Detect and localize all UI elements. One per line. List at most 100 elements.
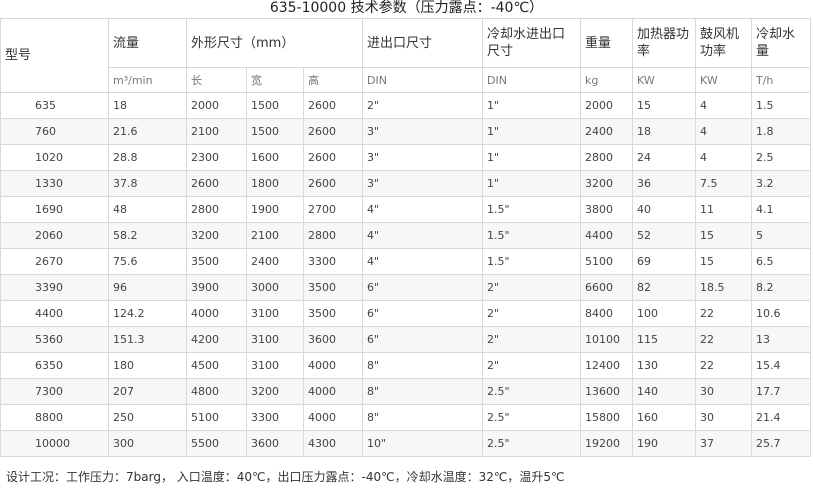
cell-model: 3390 (0, 274, 109, 301)
table-row: 7300 207 4800 3200 4000 8" 2.5" 13600 140 30 17.7 (0, 378, 811, 405)
cell-length: 2600 (186, 170, 247, 197)
cell-width: 3100 (246, 300, 304, 327)
cell-height: 3600 (303, 326, 363, 353)
table-row: 8800 250 5100 3300 4000 8" 2.5" 15800 160 30 21.4 (0, 404, 811, 431)
cell-inlet-outlet: 6" (362, 326, 483, 353)
header-blower-power: 鼓风机功率 (695, 18, 752, 68)
header-flow: 流量 (108, 18, 187, 68)
cell-model: 2670 (0, 248, 109, 275)
cell-length: 5500 (186, 430, 247, 457)
cell-height: 2600 (303, 144, 363, 171)
cell-height: 4000 (303, 404, 363, 431)
cell-heater-power: 40 (632, 196, 696, 223)
cell-heater-power: 100 (632, 300, 696, 327)
cell-cooling-water-inlet-outlet: 1" (482, 144, 581, 171)
cell-length: 2000 (186, 92, 247, 119)
cell-inlet-outlet: 3" (362, 144, 483, 171)
cell-length: 4500 (186, 352, 247, 379)
cell-blower-power: 18.5 (695, 274, 752, 301)
cell-flow: 75.6 (108, 248, 187, 275)
cell-cooling-water-inlet-outlet: 2" (482, 300, 581, 327)
cell-inlet-outlet: 8" (362, 352, 483, 379)
cell-inlet-outlet: 6" (362, 274, 483, 301)
table-row: 2670 75.6 3500 2400 3300 4" 1.5" 5100 69 15 6.5 (0, 248, 811, 275)
cell-height: 2600 (303, 92, 363, 119)
cell-length: 3500 (186, 248, 247, 275)
cell-heater-power: 52 (632, 222, 696, 249)
cell-length: 4800 (186, 378, 247, 405)
cell-length: 3200 (186, 222, 247, 249)
cell-cooling-water: 25.7 (751, 430, 811, 457)
header-model: 型号 (0, 18, 109, 93)
cell-model: 1330 (0, 170, 109, 197)
cell-width: 1800 (246, 170, 304, 197)
cell-weight: 3800 (580, 196, 633, 223)
cell-cooling-water-inlet-outlet: 1.5" (482, 248, 581, 275)
cell-width: 3100 (246, 352, 304, 379)
cell-weight: 6600 (580, 274, 633, 301)
cell-flow: 300 (108, 430, 187, 457)
cell-cooling-water-inlet-outlet: 2" (482, 326, 581, 353)
cell-cooling-water: 5 (751, 222, 811, 249)
cell-width: 1600 (246, 144, 304, 171)
cell-width: 2400 (246, 248, 304, 275)
cell-cooling-water: 2.5 (751, 144, 811, 171)
cell-width: 1500 (246, 92, 304, 119)
cell-inlet-outlet: 4" (362, 222, 483, 249)
cell-weight: 2400 (580, 118, 633, 145)
cell-blower-power: 22 (695, 352, 752, 379)
table-row: 1690 48 2800 1900 2700 4" 1.5" 3800 40 11 4.1 (0, 196, 811, 223)
table-row: 1020 28.8 2300 1600 2600 3" 1" 2800 24 4 2.5 (0, 144, 811, 171)
design-conditions-note: 设计工况：工作压力：7barg， 入口温度：40℃，出口压力露点：-40℃，冷却… (6, 470, 565, 484)
cell-heater-power: 82 (632, 274, 696, 301)
cell-blower-power: 37 (695, 430, 752, 457)
cell-width: 1900 (246, 196, 304, 223)
cell-inlet-outlet: 6" (362, 300, 483, 327)
cell-width: 2100 (246, 222, 304, 249)
cell-blower-power: 15 (695, 222, 752, 249)
cell-blower-power: 11 (695, 196, 752, 223)
table-row: 3390 96 3900 3000 3500 6" 2" 6600 82 18.5 8.2 (0, 274, 811, 301)
cell-blower-power: 22 (695, 300, 752, 327)
cell-model: 10000 (0, 430, 109, 457)
table-row: 635 18 2000 1500 2600 2" 1" 2000 15 4 1.5 (0, 92, 811, 119)
cell-flow: 151.3 (108, 326, 187, 353)
cell-height: 4000 (303, 378, 363, 405)
header-dimensions: 外形尺寸（mm） (186, 18, 363, 68)
cell-weight: 10100 (580, 326, 633, 353)
cell-flow: 37.8 (108, 170, 187, 197)
header-weight: 重量 (580, 18, 633, 68)
table-row: 1330 37.8 2600 1800 2600 3" 1" 3200 36 7.5 3.2 (0, 170, 811, 197)
cell-height: 3300 (303, 248, 363, 275)
cell-flow: 250 (108, 404, 187, 431)
cell-height: 2700 (303, 196, 363, 223)
cell-model: 8800 (0, 404, 109, 431)
cell-cooling-water: 13 (751, 326, 811, 353)
cell-length: 4000 (186, 300, 247, 327)
cell-height: 2600 (303, 170, 363, 197)
cell-weight: 2800 (580, 144, 633, 171)
cell-length: 4200 (186, 326, 247, 353)
cell-weight: 5100 (580, 248, 633, 275)
cell-height: 2800 (303, 222, 363, 249)
cell-length: 2300 (186, 144, 247, 171)
cell-flow: 48 (108, 196, 187, 223)
cell-inlet-outlet: 8" (362, 404, 483, 431)
cell-cooling-water: 8.2 (751, 274, 811, 301)
unit-cooling-water-inlet-outlet: DIN (482, 67, 581, 93)
cell-model: 5360 (0, 326, 109, 353)
unit-height: 高 (303, 67, 363, 93)
cell-weight: 12400 (580, 352, 633, 379)
cell-blower-power: 4 (695, 92, 752, 119)
cell-flow: 18 (108, 92, 187, 119)
cell-height: 2600 (303, 118, 363, 145)
header-cooling-water-inlet-outlet: 冷却水进出口尺寸 (482, 18, 581, 68)
header-inlet-outlet: 进出口尺寸 (362, 18, 483, 68)
cell-heater-power: 36 (632, 170, 696, 197)
cell-length: 3900 (186, 274, 247, 301)
table-row: 5360 151.3 4200 3100 3600 6" 2" 10100 115 22 13 (0, 326, 811, 353)
cell-inlet-outlet: 3" (362, 170, 483, 197)
unit-length: 长 (186, 67, 247, 93)
cell-flow: 207 (108, 378, 187, 405)
cell-cooling-water-inlet-outlet: 2.5" (482, 404, 581, 431)
